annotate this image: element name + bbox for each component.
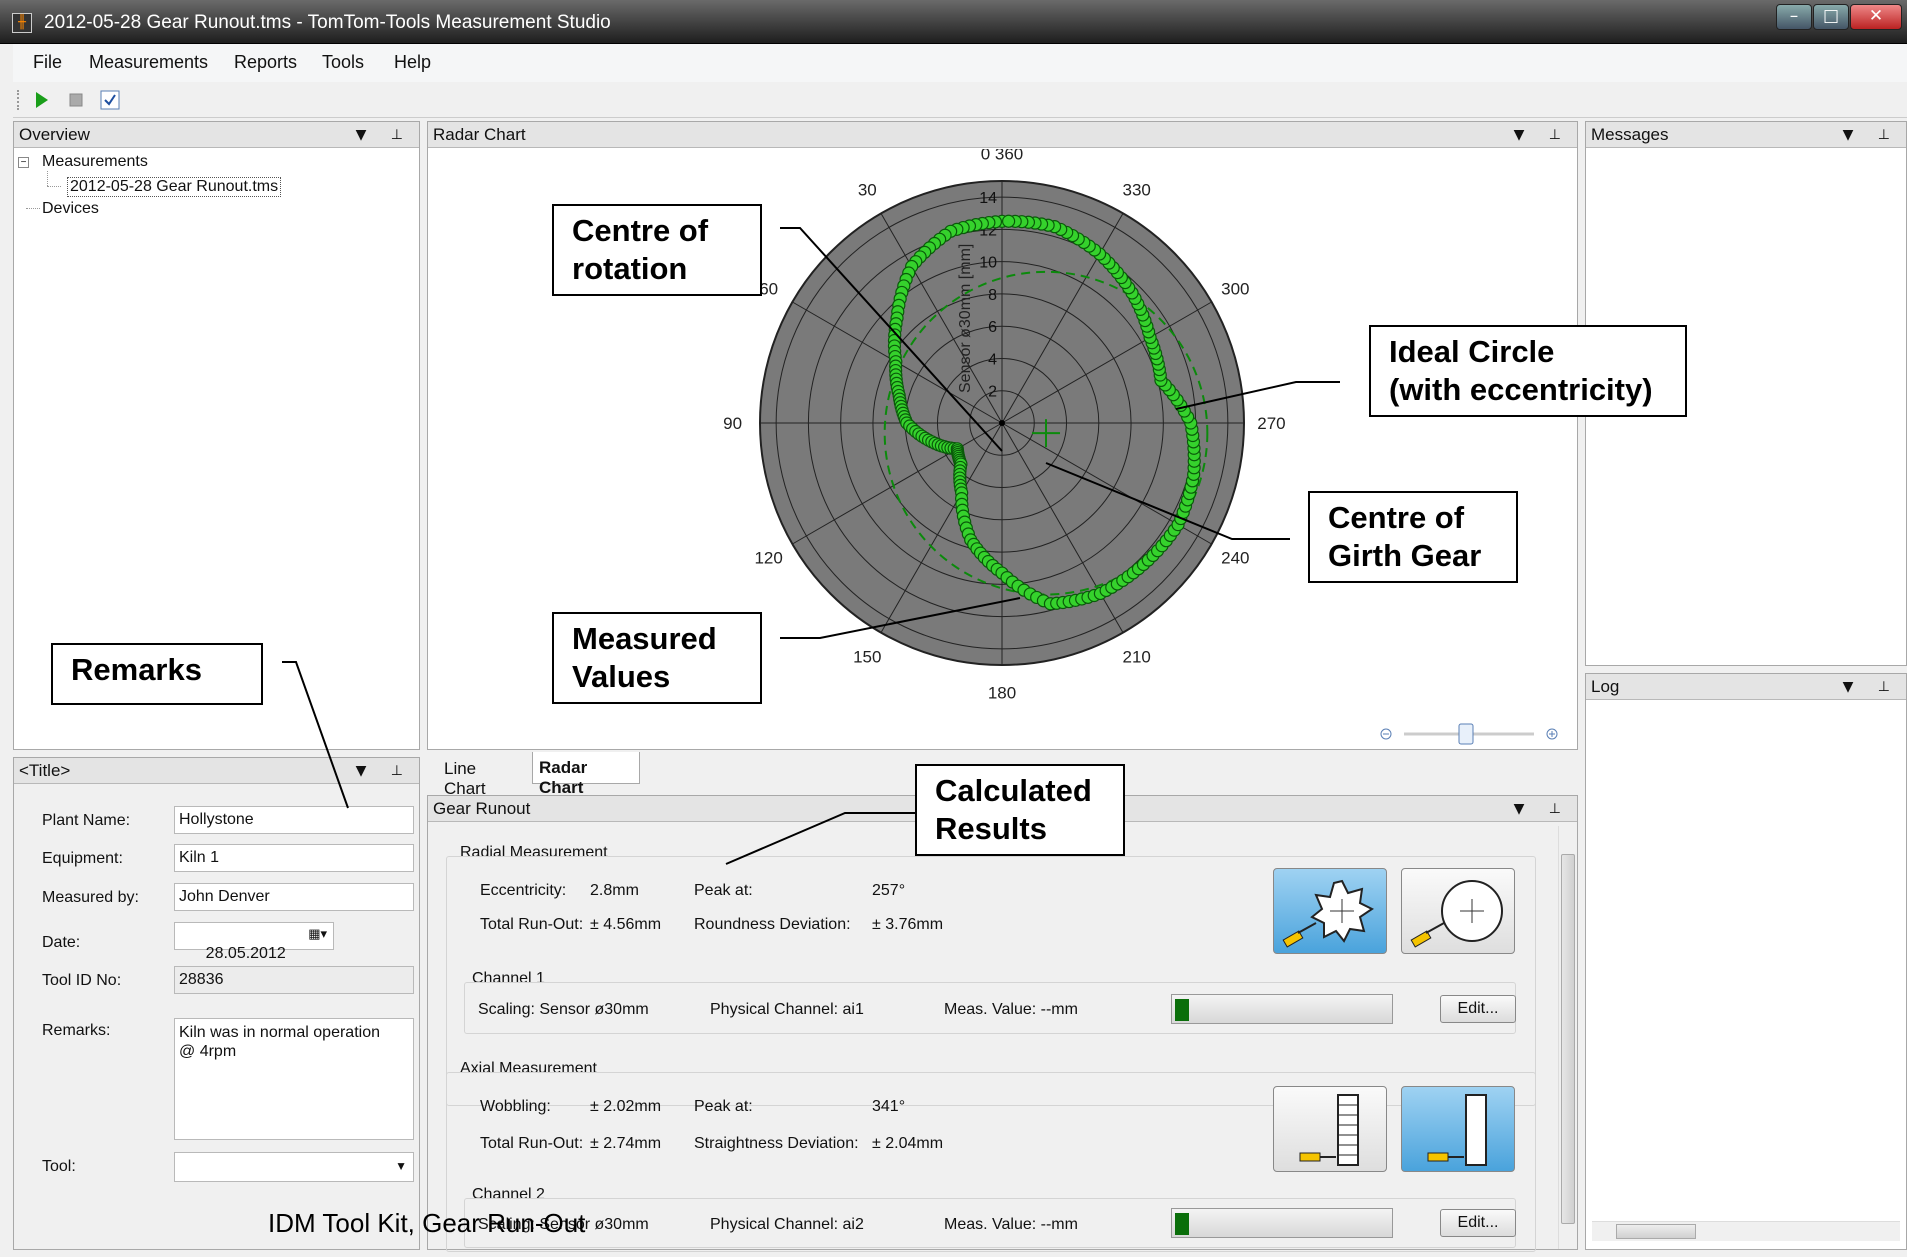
application-window: ╫ 2012-05-28 Gear Runout.tms - TomTom-To… [0,0,1907,1257]
callout-measured-values: Measured Values [552,612,762,704]
callout-calculated-results: Calculated Results [915,764,1125,856]
callout-leader-lines [282,227,1340,865]
callout-ideal-circle: Ideal Circle (with eccentricity) [1369,325,1687,417]
footer-caption: IDM Tool Kit, Gear Run-Out [268,1208,586,1238]
callout-centre-of-girth-gear: Centre of Girth Gear [1308,491,1518,583]
callout-remarks: Remarks [51,643,263,705]
callout-centre-of-rotation: Centre of rotation [552,204,762,296]
